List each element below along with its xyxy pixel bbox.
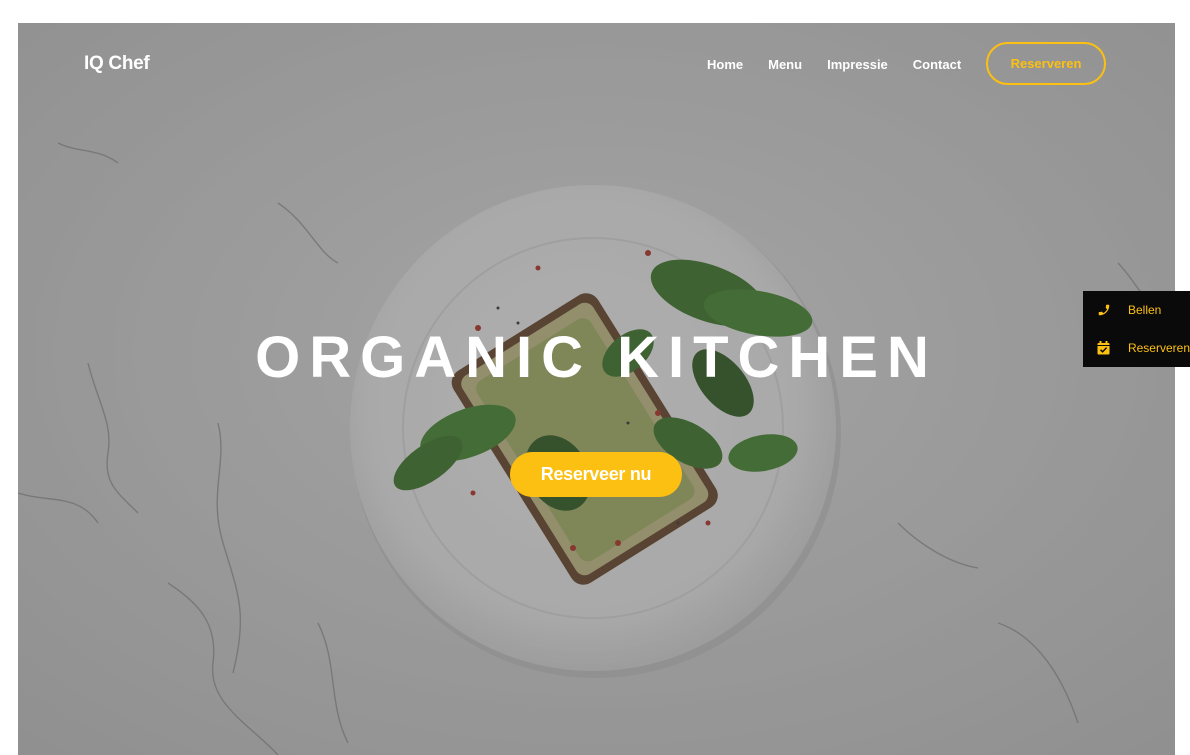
side-item-reserve-label: Reserveren [1127, 341, 1190, 355]
side-item-call-label: Bellen [1128, 303, 1162, 317]
brand-logo[interactable]: IQ Chef [84, 53, 150, 75]
calendar-check-icon [1096, 340, 1112, 356]
phone-icon [1096, 302, 1112, 318]
main-nav: Home Menu Impressie Contact [707, 57, 986, 72]
hero-section: IQ Chef Home Menu Impressie Contact Rese… [18, 23, 1175, 755]
nav-item-contact[interactable]: Contact [913, 57, 961, 72]
nav-reserve-button[interactable]: Reserveren [986, 42, 1106, 85]
reserve-now-button[interactable]: Reserveer nu [510, 452, 682, 497]
hero-headline: ORGANIC KITCHEN [255, 325, 938, 390]
floating-contact-panel: Bellen Reserveren [1083, 291, 1190, 367]
nav-item-home[interactable]: Home [707, 57, 743, 72]
nav-item-impressie[interactable]: Impressie [827, 57, 888, 72]
side-item-call[interactable]: Bellen [1083, 291, 1190, 329]
side-item-reserve[interactable]: Reserveren [1083, 329, 1190, 367]
nav-item-menu[interactable]: Menu [768, 57, 802, 72]
